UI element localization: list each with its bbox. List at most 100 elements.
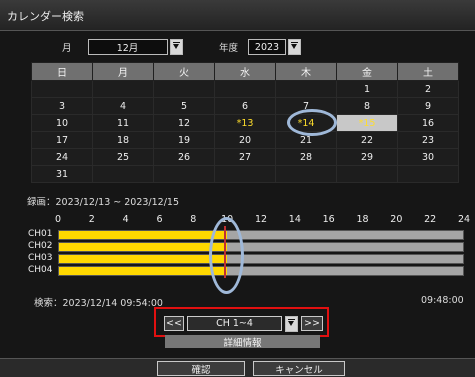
channel-select-value: CH 1~4 [216, 318, 253, 329]
annotation-oval-calendar [287, 109, 337, 136]
calendar-week-row: 12 [31, 80, 459, 98]
channel-dropdown-button[interactable] [285, 316, 298, 332]
calendar-empty-cell [275, 80, 337, 98]
calendar-empty-cell [275, 165, 337, 183]
hour-tick-label: 12 [254, 214, 268, 225]
calendar-empty-cell [153, 80, 215, 98]
calendar-day-cell[interactable]: 23 [397, 131, 459, 149]
window-title: カレンダー検索 [7, 10, 84, 23]
weekday-header: 日 [31, 62, 93, 81]
calendar-day-cell[interactable]: 2 [397, 80, 459, 98]
chevron-down-icon [288, 321, 294, 326]
calendar-day-cell[interactable]: 10 [31, 114, 93, 132]
calendar-empty-cell [336, 165, 398, 183]
confirm-button[interactable]: 確認 [157, 361, 245, 376]
channel-label: CH02 [28, 241, 53, 251]
calendar-day-cell[interactable]: 28 [275, 148, 337, 166]
calendar-day-cell[interactable]: 31 [31, 165, 93, 183]
search-time-text: 検索：2023/12/14 09:54:00 [34, 298, 163, 309]
chevron-down-icon [291, 44, 298, 49]
weekday-header: 木 [275, 62, 337, 81]
weekday-header: 火 [153, 62, 215, 81]
calendar-empty-cell [92, 80, 154, 98]
hour-tick-label: 22 [424, 214, 437, 225]
calendar-day-cell[interactable]: 8 [336, 97, 398, 115]
weekday-header-row: 日月火水木金土 [31, 62, 459, 81]
calendar-week-row: 3456789 [31, 97, 459, 115]
calendar-day-cell[interactable]: 5 [153, 97, 215, 115]
calendar-day-cell[interactable]: 27 [214, 148, 276, 166]
calendar-day-cell[interactable]: 17 [31, 131, 93, 149]
calendar-day-cell[interactable]: 16 [397, 114, 459, 132]
calendar-day-cell[interactable]: 19 [153, 131, 215, 149]
weekday-header: 金 [336, 62, 398, 81]
calendar-day-cell[interactable]: 20 [214, 131, 276, 149]
channel-select[interactable]: CH 1~4 [187, 316, 282, 331]
channel-track[interactable] [58, 266, 464, 276]
channel-label: CH01 [28, 229, 53, 239]
calendar-day-cell[interactable]: 6 [214, 97, 276, 115]
calendar-day-cell[interactable]: 12 [153, 114, 215, 132]
end-time-text: 09:48:00 [421, 295, 464, 306]
chevron-down-icon [172, 44, 179, 49]
prev-channels-button[interactable]: << [164, 316, 184, 331]
recorded-segment [59, 255, 228, 263]
year-selector: 年度 2023 [219, 39, 302, 55]
channel-track[interactable] [58, 254, 464, 264]
hour-tick-label: 4 [122, 214, 129, 225]
calendar-week-row: 17 18 19 20 21 22 23 [31, 131, 459, 149]
calendar-empty-cell [397, 165, 459, 183]
hour-tick-label: 14 [288, 214, 301, 225]
calendar-body: 1 2 3 4 5 6 7 8 9 10 11 12 *13 *14 *15 16 17 18 19 20 21 22 23… [31, 80, 459, 183]
hour-tick-label: 8 [190, 214, 197, 225]
year-dropdown-button[interactable] [288, 39, 302, 55]
calendar-day-cell[interactable]: 3 [31, 97, 93, 115]
year-select[interactable]: 2023 [248, 39, 287, 55]
month-selector: 月 12月 [62, 39, 183, 55]
calendar-week-row: 31 [31, 165, 459, 183]
hour-tick-label: 24 [457, 214, 471, 225]
calendar-day-cell[interactable]: 9 [397, 97, 459, 115]
next-channels-button[interactable]: >> [301, 316, 323, 331]
month-select[interactable]: 12月 [87, 39, 168, 55]
detail-info-button[interactable]: 詳細情報 [165, 335, 320, 349]
weekday-header: 月 [92, 62, 154, 81]
calendar-day-cell[interactable]: 24 [31, 148, 93, 166]
hour-tick-label: 16 [322, 214, 335, 225]
calendar-day-cell[interactable]: 18 [92, 131, 154, 149]
calendar-day-cell[interactable]: 22 [336, 131, 398, 149]
annotation-oval-timeline [209, 217, 244, 294]
calendar-day-cell[interactable]: 1 [336, 80, 398, 98]
dropdown-bar-icon [291, 42, 299, 43]
hour-tick-label: 0 [54, 214, 62, 225]
calendar-day-cell[interactable]: 26 [153, 148, 215, 166]
dropdown-bar-icon [288, 319, 295, 320]
cancel-button[interactable]: キャンセル [253, 361, 345, 376]
weekday-header: 水 [214, 62, 276, 81]
calendar-day-cell[interactable]: 4 [92, 97, 154, 115]
calendar-search-window: カレンダー検索 月 12月 年度 2023 日月火水木金土 1234567891… [0, 0, 475, 377]
dropdown-bar-icon [172, 42, 180, 43]
calendar-grid: 日月火水木金土 1 2 3 4 5 6 7 8 9 10 11 12 *13 *14 *15 16 17 18 19… [31, 62, 459, 183]
title-bar: カレンダー検索 [0, 0, 475, 31]
calendar-day-cell[interactable]: *13 [214, 114, 276, 132]
recorded-segment [59, 243, 228, 251]
calendar-day-cell[interactable]: 11 [92, 114, 154, 132]
hour-tick-label: 18 [356, 214, 369, 225]
channel-label: CH03 [28, 253, 53, 263]
calendar-day-cell[interactable]: 30 [397, 148, 459, 166]
calendar-day-cell[interactable]: 29 [336, 148, 398, 166]
hour-tick-label: 20 [390, 214, 403, 225]
channel-track[interactable] [58, 242, 464, 252]
month-dropdown-button[interactable] [169, 39, 183, 55]
calendar-empty-cell [92, 165, 154, 183]
calendar-day-cell[interactable]: 25 [92, 148, 154, 166]
calendar-day-cell[interactable]: *15 [336, 114, 398, 132]
weekday-header: 土 [397, 62, 459, 81]
recorded-segment [59, 231, 228, 239]
recorded-segment [59, 267, 228, 275]
hour-tick-label: 2 [88, 214, 95, 225]
channel-track[interactable] [58, 230, 464, 240]
calendar-week-row: 10 11 12 *13 *14 *15 16 [31, 114, 459, 132]
year-label: 年度 [219, 43, 239, 54]
